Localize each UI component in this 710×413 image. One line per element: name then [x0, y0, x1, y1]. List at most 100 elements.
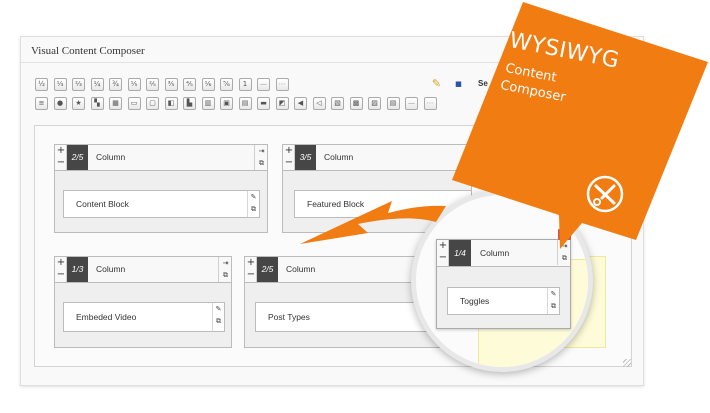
expand-icon[interactable]: ⇥ — [255, 145, 268, 157]
column-header: + − 1/4 Column ⇥ ⧉ — [437, 240, 570, 267]
resize-controls: + − — [55, 145, 67, 170]
column-title: Column — [96, 152, 126, 162]
gallery-icon[interactable]: ▧ — [331, 97, 344, 110]
column-card[interactable]: + − 2/5 Column ⇥ ⧉ Content Block ✎ ⧉ — [54, 144, 268, 233]
resize-grip-icon[interactable] — [623, 359, 631, 367]
star-icon[interactable]: ★ — [72, 97, 85, 110]
grid-icon[interactable]: ▩ — [349, 97, 363, 110]
column-tools: ⇥ ⧉ — [218, 257, 231, 282]
column-header: + − 1/3 Column ⇥ ⧉ — [55, 257, 231, 283]
block-label: Featured Block — [307, 199, 365, 209]
window-icon[interactable]: ▢ — [146, 97, 159, 110]
chart-icon[interactable]: ▙ — [183, 97, 196, 110]
column-size-badge: 2/5 — [67, 145, 88, 170]
column-4-5-icon[interactable]: ⅘ — [183, 78, 196, 91]
list-icon[interactable]: ≡ — [35, 97, 48, 110]
copy-icon[interactable]: ⧉ — [213, 316, 224, 327]
form-icon[interactable]: ▤ — [386, 97, 400, 110]
table-icon[interactable]: ▭ — [127, 97, 141, 110]
increase-icon[interactable]: + — [55, 145, 67, 157]
image-block-icon[interactable]: ▦ — [109, 97, 122, 110]
expand-icon[interactable]: ⇥ — [558, 240, 571, 252]
column-title: Column — [96, 264, 126, 274]
layers-icon[interactable]: ▚ — [90, 97, 104, 110]
audio-icon[interactable]: ◀ — [294, 97, 307, 110]
building-icon[interactable]: ▥ — [201, 97, 215, 110]
monitor-icon[interactable]: ▬ — [257, 97, 270, 110]
copy-icon[interactable]: ⧉ — [548, 301, 559, 312]
column-tools: ⇥ ⧉ — [557, 240, 570, 265]
decrease-icon[interactable]: − — [283, 157, 295, 169]
resize-controls: + − — [245, 257, 257, 282]
column-1-4-icon[interactable]: ¼ — [90, 78, 104, 91]
copy-icon[interactable]: ⧉ — [248, 204, 259, 215]
dots-icon[interactable]: ⋯ — [423, 97, 437, 110]
increase-icon[interactable]: + — [245, 257, 257, 269]
resize-controls: + − — [437, 240, 449, 266]
save-icon[interactable]: ▪ — [452, 77, 465, 90]
block-label: Post Types — [268, 312, 310, 322]
decrease-icon[interactable]: − — [55, 157, 67, 169]
resize-controls: + − — [283, 145, 295, 170]
column-header: + − 2/5 Column ⇥ ⧉ — [55, 145, 267, 171]
edit-icon[interactable]: ✎ — [213, 304, 224, 315]
column-2-3-icon[interactable]: ⅔ — [72, 78, 85, 91]
dash-icon[interactable]: — — [405, 97, 418, 110]
block-tools: ✎ ⧉ — [547, 288, 559, 314]
slider-icon[interactable]: ▤ — [238, 97, 252, 110]
expand-icon[interactable]: ⇥ — [219, 257, 232, 269]
column-card[interactable]: + − 1/3 Column ⇥ ⧉ Embeded Video ✎ ⧉ — [54, 256, 232, 348]
increase-icon[interactable]: + — [283, 145, 295, 157]
block-tools: ✎ ⧉ — [212, 303, 224, 331]
close-icon[interactable]: × — [558, 229, 571, 240]
zoomed-column-card[interactable]: + − 1/4 Column ⇥ ⧉ Toggles ✎ ⧉ — [436, 239, 571, 329]
edit-icon[interactable]: ✎ — [248, 192, 259, 203]
column-3-4-icon[interactable]: ¾ — [109, 78, 122, 91]
content-block[interactable]: Content Block ✎ ⧉ — [63, 190, 260, 218]
split-icon[interactable]: ◧ — [164, 97, 178, 110]
copy-icon[interactable]: ⧉ — [219, 269, 232, 281]
column-2-5-icon[interactable]: ⅖ — [146, 78, 159, 91]
dash-icon[interactable]: — — [257, 78, 270, 91]
circle-icon[interactable]: ● — [53, 97, 67, 110]
resize-controls: + − — [55, 257, 67, 282]
decrease-icon[interactable]: − — [437, 252, 449, 264]
block-tools: ✎ ⧉ — [247, 191, 259, 217]
column-1-6-icon[interactable]: ⅙ — [201, 78, 215, 91]
column-1-2-icon[interactable]: ½ — [35, 78, 48, 91]
column-3-5-icon[interactable]: ⅗ — [164, 78, 178, 91]
column-tools: ⇥ ⧉ — [254, 145, 267, 170]
block-label: Content Block — [76, 199, 129, 209]
clean-icon[interactable]: ✎ — [430, 77, 443, 90]
photo-icon[interactable]: ▣ — [220, 97, 233, 110]
dots-icon[interactable]: ⋯ — [275, 78, 289, 91]
block-label: Toggles — [460, 296, 490, 306]
column-header: + − 3/5 Column — [283, 145, 471, 171]
column-title: Column — [480, 248, 510, 258]
decrease-icon[interactable]: − — [55, 269, 67, 281]
increase-icon[interactable]: + — [437, 240, 449, 252]
increase-icon[interactable]: + — [55, 257, 67, 269]
copy-icon[interactable]: ⧉ — [558, 252, 571, 264]
edit-icon[interactable]: ✎ — [548, 289, 559, 300]
column-1-3-icon[interactable]: ⅓ — [53, 78, 67, 91]
video-icon[interactable]: ◩ — [275, 97, 289, 110]
column-title: Column — [324, 152, 354, 162]
column-full-icon[interactable]: 1 — [238, 78, 252, 91]
block-label: Embeded Video — [76, 312, 137, 322]
audio-play-icon[interactable]: ◁ — [312, 97, 326, 110]
column-title: Column — [286, 264, 316, 274]
contact-form-icon[interactable]: ▨ — [368, 97, 381, 110]
embeded-video-block[interactable]: Embeded Video ✎ ⧉ — [63, 302, 225, 332]
panel-title: Visual Content Composer — [21, 37, 643, 63]
save-label[interactable]: Se — [478, 79, 488, 88]
column-5-6-icon[interactable]: ⅚ — [220, 78, 233, 91]
column-size-badge: 2/5 — [257, 257, 278, 282]
column-size-badge: 3/5 — [295, 145, 316, 170]
column-size-badge: 1/3 — [67, 257, 88, 282]
toggles-block[interactable]: Toggles ✎ ⧉ — [447, 287, 560, 315]
column-size-badge: 1/4 — [449, 240, 471, 266]
copy-icon[interactable]: ⧉ — [255, 157, 268, 169]
column-1-5-icon[interactable]: ⅕ — [127, 78, 141, 91]
decrease-icon[interactable]: − — [245, 269, 257, 281]
